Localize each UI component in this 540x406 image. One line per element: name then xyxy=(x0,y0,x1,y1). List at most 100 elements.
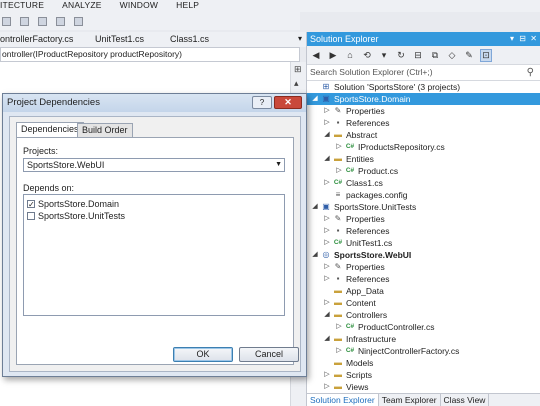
toolbar-overflow-icon[interactable] xyxy=(74,16,83,26)
menu-architecture[interactable]: ITECTURE xyxy=(0,0,44,12)
tree-item[interactable]: ▷ C# Product.cs xyxy=(307,165,540,177)
tree-item[interactable]: ▷ ✎ Properties xyxy=(307,105,540,117)
sync-icon[interactable]: ⟲ xyxy=(361,50,373,61)
folder-icon: ▬ xyxy=(334,334,342,343)
tree-item[interactable]: ▷ ▪ References xyxy=(307,273,540,285)
tree-item[interactable]: ◢ ▬ Infrastructure xyxy=(307,333,540,345)
tree-item[interactable]: ≡ packages.config xyxy=(307,189,540,201)
tab-class1[interactable]: Class1.cs xyxy=(170,32,280,47)
collapsed-arrow-icon[interactable]: ▷ xyxy=(323,381,331,393)
chevron-down-icon[interactable]: ▼ xyxy=(275,159,282,171)
cancel-button[interactable]: Cancel xyxy=(239,347,299,362)
tree-item[interactable]: ◢ ▬ Entities xyxy=(307,153,540,165)
preview-icon[interactable]: ⊡ xyxy=(480,48,492,62)
menu-window[interactable]: WINDOW xyxy=(120,0,159,12)
properties-icon[interactable]: ✎ xyxy=(463,50,475,61)
collapsed-arrow-icon[interactable]: ▷ xyxy=(323,177,331,189)
tree-item[interactable]: ▬ Models xyxy=(307,357,540,369)
tab-controller-factory[interactable]: ontrollerFactory.cs xyxy=(0,32,95,47)
dialog-title-bar[interactable]: Project Dependencies ? ✕ xyxy=(3,94,306,112)
tab-class-view[interactable]: Class View xyxy=(441,394,490,406)
toolbar-icon[interactable] xyxy=(20,16,29,26)
ok-button[interactable]: OK xyxy=(173,347,233,362)
tree-item[interactable]: ▷ ✎ Properties xyxy=(307,261,540,273)
expanded-arrow-icon[interactable]: ◢ xyxy=(311,201,319,213)
tab-solution-explorer[interactable]: Solution Explorer xyxy=(307,394,379,406)
menu-help[interactable]: HELP xyxy=(176,0,199,12)
folder-icon: ▬ xyxy=(334,370,342,379)
expanded-arrow-icon[interactable]: ◢ xyxy=(323,309,331,321)
pending-changes-icon[interactable]: ▾ xyxy=(378,50,390,61)
home-icon[interactable]: ⌂ xyxy=(344,50,356,60)
tree-item[interactable]: ▷ ▬ Scripts xyxy=(307,369,540,381)
collapsed-arrow-icon[interactable]: ▷ xyxy=(323,225,331,237)
collapsed-arrow-icon[interactable]: ▷ xyxy=(335,165,343,177)
refresh-icon[interactable]: ↻ xyxy=(395,50,407,61)
tree-item[interactable]: ▷ ▪ References xyxy=(307,225,540,237)
collapsed-arrow-icon[interactable]: ▷ xyxy=(323,297,331,309)
tree-item[interactable]: ◢ ▣ SportsStore.UnitTests xyxy=(307,201,540,213)
expanded-arrow-icon[interactable]: ◢ xyxy=(323,153,331,165)
search-icon[interactable]: ⚲ xyxy=(527,65,534,80)
dependency-checkbox[interactable]: ✓ xyxy=(27,200,35,209)
tree-item[interactable]: ▷ ▬ Views xyxy=(307,381,540,393)
tree-item[interactable]: ◢ ▣ SportsStore.Domain xyxy=(307,93,540,105)
collapse-all-icon[interactable]: ⊟ xyxy=(412,50,424,61)
scroll-up-icon[interactable]: ▴ xyxy=(294,78,299,89)
split-icon[interactable]: ⊞ xyxy=(294,64,302,75)
dependency-checkbox[interactable] xyxy=(27,212,35,220)
tree-item[interactable]: ◢ ▬ Abstract xyxy=(307,129,540,141)
help-button[interactable]: ? xyxy=(252,96,272,109)
collapsed-arrow-icon[interactable]: ▷ xyxy=(323,273,331,285)
tree-item-label: Abstract xyxy=(346,130,378,140)
tree-item[interactable]: ▷ ▬ Content xyxy=(307,297,540,309)
bookmark-icon[interactable] xyxy=(2,16,11,26)
collapsed-arrow-icon[interactable]: ▷ xyxy=(335,321,343,333)
tree-item[interactable]: ◢ ◎ SportsStore.WebUI xyxy=(307,249,540,261)
view-code-icon[interactable]: ◇ xyxy=(446,50,458,61)
collapsed-arrow-icon[interactable]: ▷ xyxy=(323,237,331,249)
expanded-arrow-icon[interactable]: ◢ xyxy=(311,249,319,261)
collapsed-arrow-icon[interactable]: ▷ xyxy=(323,261,331,273)
tab-unittest1[interactable]: UnitTest1.cs xyxy=(95,32,170,47)
collapsed-arrow-icon[interactable]: ▷ xyxy=(323,213,331,225)
expanded-arrow-icon[interactable]: ◢ xyxy=(311,93,319,105)
close-button[interactable]: ✕ xyxy=(274,96,302,109)
tree-item[interactable]: ▷ ✎ Properties xyxy=(307,213,540,225)
collapsed-arrow-icon[interactable]: ▷ xyxy=(335,345,343,357)
collapsed-arrow-icon[interactable]: ▷ xyxy=(323,105,331,117)
editor-navigation-bar[interactable]: ontroller(IProductRepository productRepo… xyxy=(0,47,300,62)
tab-team-explorer[interactable]: Team Explorer xyxy=(379,394,441,406)
projects-select[interactable]: SportsStore.WebUI ▼ xyxy=(23,158,285,172)
tree-item[interactable]: ▷ C# UnitTest1.cs xyxy=(307,237,540,249)
dropdown-icon[interactable]: ▾ xyxy=(510,32,514,46)
toolbar-icon[interactable] xyxy=(38,16,47,26)
pin-icon[interactable]: ⊟ xyxy=(519,32,526,46)
expanded-arrow-icon[interactable]: ◢ xyxy=(323,129,331,141)
collapsed-arrow-icon[interactable]: ▷ xyxy=(323,117,331,129)
tab-dependencies[interactable]: Dependencies xyxy=(16,122,84,138)
tree-item[interactable]: ◢ ▬ Controllers xyxy=(307,309,540,321)
toolbar-icon[interactable] xyxy=(56,16,65,26)
tree-item[interactable]: ▷ C# ProductController.cs xyxy=(307,321,540,333)
csharp-file-icon: C# xyxy=(333,179,343,186)
tab-build-order[interactable]: Build Order xyxy=(77,123,133,137)
expanded-arrow-icon[interactable]: ◢ xyxy=(323,333,331,345)
collapsed-arrow-icon[interactable]: ▷ xyxy=(323,369,331,381)
tree-item[interactable]: ▷ C# Class1.cs xyxy=(307,177,540,189)
tree-item[interactable]: ⊞ Solution 'SportsStore' (3 projects) xyxy=(307,81,540,93)
tab-dropdown-icon[interactable]: ▾ xyxy=(298,34,302,43)
tree-item[interactable]: ▷ C# IProductsRepository.cs xyxy=(307,141,540,153)
tree-item[interactable]: ▷ C# NinjectControllerFactory.cs xyxy=(307,345,540,357)
forward-icon[interactable]: ▶ xyxy=(327,50,339,61)
back-icon[interactable]: ◀ xyxy=(310,50,322,61)
tree-item[interactable]: ▷ ▪ References xyxy=(307,117,540,129)
tree-item[interactable]: ▬ App_Data xyxy=(307,285,540,297)
close-icon[interactable]: ✕ xyxy=(530,32,537,46)
collapsed-arrow-icon[interactable]: ▷ xyxy=(335,141,343,153)
menu-analyze[interactable]: ANALYZE xyxy=(62,0,102,12)
show-all-files-icon[interactable]: ⧉ xyxy=(429,50,441,61)
csharp-file-icon: C# xyxy=(345,347,355,354)
folder-icon: ▬ xyxy=(334,310,342,319)
search-input[interactable]: Search Solution Explorer (Ctrl+;) ⚲ xyxy=(307,65,540,81)
